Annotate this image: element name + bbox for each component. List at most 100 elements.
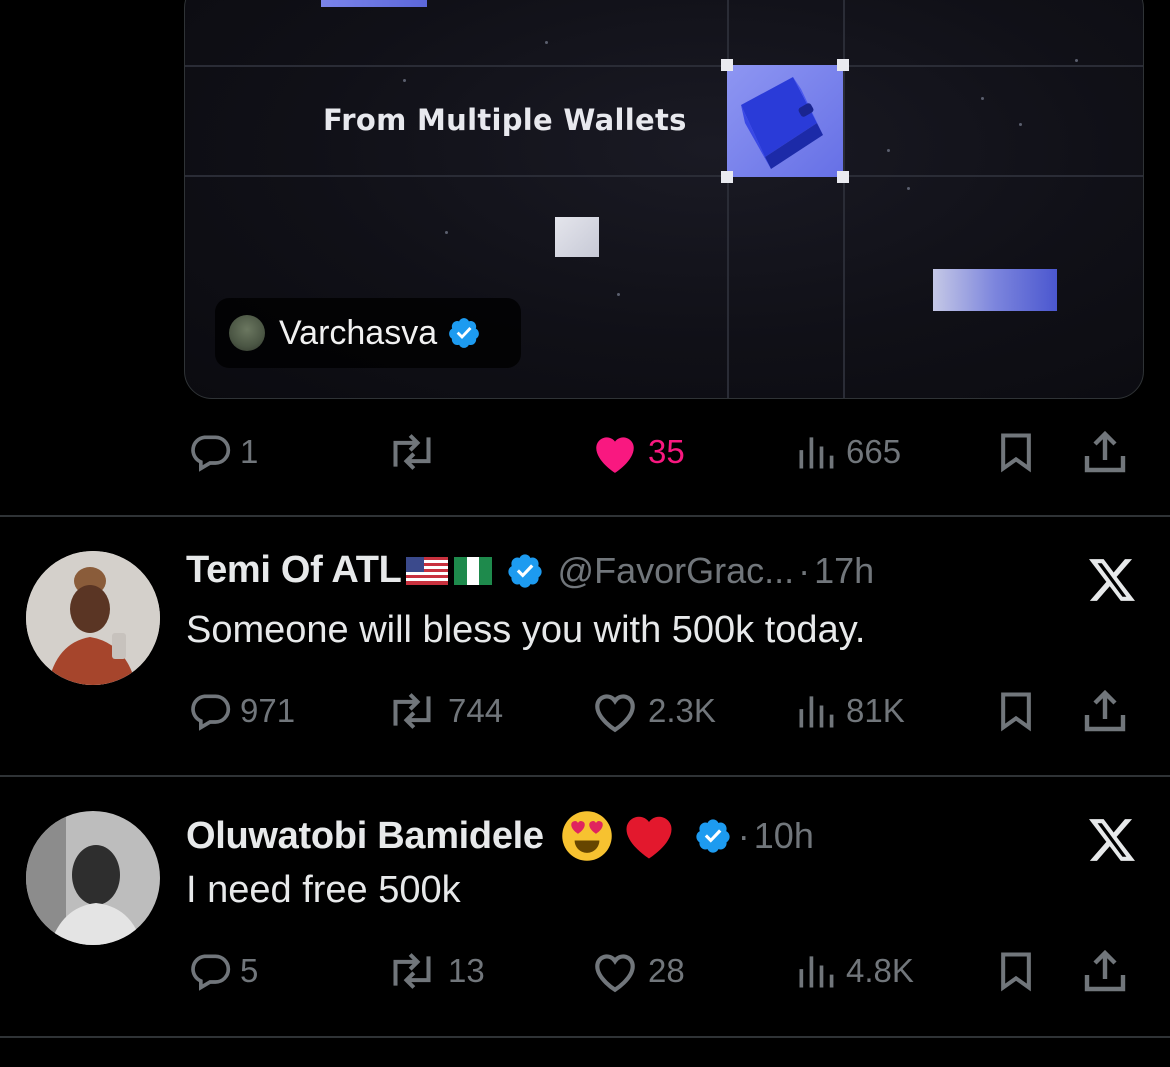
star [907, 187, 910, 190]
decorative-rect [321, 0, 427, 7]
retweet-count: 744 [448, 692, 504, 729]
reply-button[interactable]: 5 [188, 947, 258, 995]
tweet-actions: 5 13 28 4.8K [184, 947, 1144, 995]
heart-icon [595, 694, 635, 733]
media-author-name: Varchasva [279, 313, 438, 352]
separator-dot: · [798, 549, 811, 591]
bookmark-icon [1001, 692, 1031, 732]
divider [0, 515, 1170, 517]
tweet-text: Someone will bless you with 500k today. [186, 609, 866, 651]
reply-icon [191, 435, 231, 472]
media-author-chip[interactable]: Varchasva [215, 298, 521, 368]
heart-eyes-emoji-icon [562, 811, 612, 861]
reply-icon [191, 954, 231, 991]
star [1019, 123, 1022, 126]
share-button[interactable] [1080, 947, 1130, 995]
verified-badge-icon [449, 318, 479, 348]
bookmark-icon [1001, 433, 1031, 473]
retweet-icon [393, 434, 431, 470]
retweet-button[interactable]: 13 [384, 947, 485, 995]
reply-button[interactable]: 1 [188, 428, 258, 476]
display-name[interactable]: Oluwatobi Bamidele [186, 815, 544, 858]
handle[interactable]: @FavorGrac... [558, 550, 795, 592]
separator-dot: · [737, 815, 750, 856]
divider [0, 775, 1170, 777]
share-button[interactable] [1080, 687, 1130, 735]
views-button[interactable]: 81K [794, 687, 905, 735]
verified-badge-icon [507, 553, 542, 588]
share-icon [1084, 949, 1126, 992]
avatar[interactable] [26, 811, 160, 945]
share-icon [1084, 689, 1126, 732]
star [403, 79, 406, 82]
views-button[interactable]: 4.8K [794, 947, 914, 995]
decorative-rect [933, 269, 1057, 311]
star [545, 41, 548, 44]
heart-filled-icon [596, 437, 634, 473]
like-count: 2.3K [648, 692, 716, 729]
grid-line [185, 65, 1143, 67]
retweet-icon [393, 953, 431, 989]
avatar-photo [26, 551, 160, 685]
heart-icon [595, 954, 635, 993]
star [887, 149, 890, 152]
avatar [229, 315, 265, 351]
tweet-actions: 1 35 665 [184, 428, 1144, 476]
tweet-actions: 971 744 2.3K 81K [184, 687, 1144, 735]
bookmark-button[interactable] [994, 687, 1038, 735]
star [1075, 59, 1078, 62]
retweet-count: 13 [448, 952, 485, 989]
media-caption: From Multiple Wallets [323, 103, 687, 137]
wallet-icon [741, 77, 823, 169]
like-button[interactable]: 35 [590, 428, 685, 476]
timestamp[interactable]: 17h [814, 550, 874, 592]
verified-badge-icon [696, 819, 730, 853]
views-count: 665 [846, 433, 902, 470]
like-count: 28 [648, 952, 685, 989]
like-count: 35 [648, 433, 685, 470]
retweet-button[interactable]: 744 [384, 687, 503, 735]
retweet-icon [393, 693, 431, 729]
retweet-button[interactable] [384, 428, 448, 476]
share-icon [1084, 430, 1126, 473]
selection-handle [837, 59, 849, 71]
bookmark-button[interactable] [994, 428, 1038, 476]
display-name[interactable]: Temi Of ATL [186, 549, 402, 592]
grid-line [185, 175, 1143, 177]
reply-button[interactable]: 971 [188, 687, 295, 735]
views-icon [799, 696, 834, 728]
star [981, 97, 984, 100]
x-logo-icon[interactable] [1086, 557, 1138, 603]
tweet-header: Temi Of ATL @FavorGrac... · 17h [186, 549, 874, 592]
divider [0, 1036, 1170, 1038]
avatar-photo [26, 811, 160, 945]
like-button[interactable]: 2.3K [590, 687, 716, 735]
selection-handle [721, 171, 733, 183]
bookmark-button[interactable] [994, 947, 1038, 995]
reply-count: 971 [240, 692, 296, 729]
bookmark-icon [1001, 952, 1031, 992]
media-card[interactable]: From Multiple Wallets Varchasva [184, 0, 1144, 399]
reply-count: 1 [240, 433, 259, 470]
views-count: 4.8K [846, 952, 914, 989]
views-icon [799, 956, 834, 988]
red-heart-emoji-icon [626, 816, 672, 859]
like-button[interactable]: 28 [590, 947, 685, 995]
reply-icon [191, 694, 231, 731]
nigeria-flag-icon [453, 556, 492, 585]
avatar[interactable] [26, 551, 160, 685]
star [617, 293, 620, 296]
selection-handle [837, 171, 849, 183]
us-flag-icon [405, 556, 448, 585]
views-count: 81K [846, 692, 905, 729]
timestamp[interactable]: 10h [754, 815, 814, 857]
views-button[interactable]: 665 [794, 428, 901, 476]
tweet-text: I need free 500k [186, 869, 461, 911]
decorative-square [555, 217, 599, 257]
wallet-graphic [727, 65, 843, 177]
x-logo-icon[interactable] [1086, 817, 1138, 863]
share-button[interactable] [1080, 428, 1130, 476]
selection-handle [721, 59, 733, 71]
tweet-header: Oluwatobi Bamidele · 10h [186, 809, 814, 863]
star [445, 231, 448, 234]
